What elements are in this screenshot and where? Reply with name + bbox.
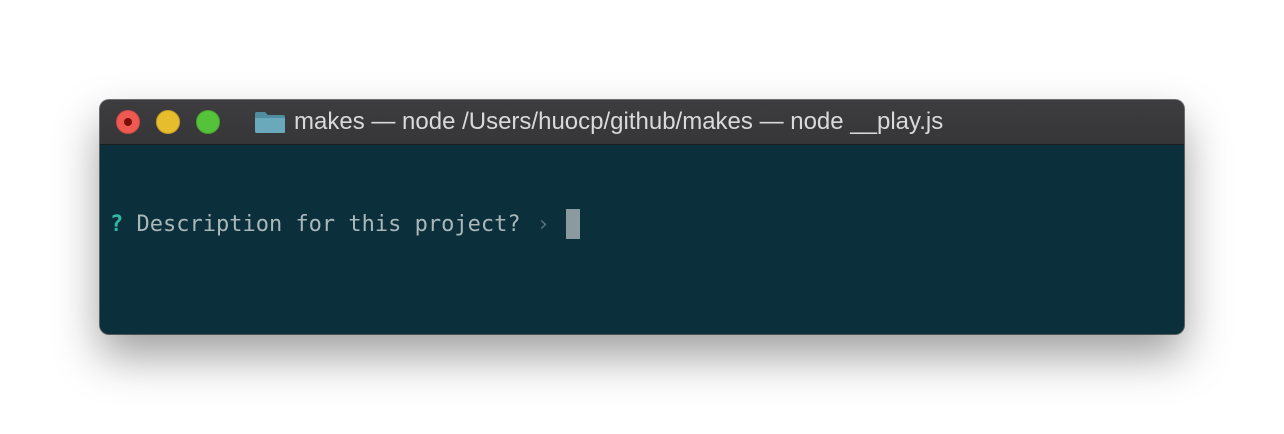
title-bar[interactable]: makes — node /Users/huocp/github/makes —… [100,100,1184,145]
window-title-text: makes — node /Users/huocp/github/makes —… [294,108,944,135]
prompt-question-text: Description for this project? [123,211,521,237]
terminal-window: makes — node /Users/huocp/github/makes —… [100,100,1184,334]
minimize-window-button[interactable] [156,110,180,134]
terminal-content[interactable]: ? Description for this project? › [100,145,1184,334]
prompt-question-mark: ? [110,211,124,237]
folder-icon [255,112,285,133]
close-window-button[interactable] [116,110,140,134]
prompt-line: ? Description for this project? › [110,209,580,239]
text-cursor [565,209,580,239]
chevron-right-icon: › [536,211,550,237]
prompt-question-label: Description for this project? [136,211,521,237]
zoom-window-button[interactable] [196,110,220,134]
window-title: makes — node /Users/huocp/github/makes —… [254,100,943,144]
close-dot-icon [124,118,132,126]
